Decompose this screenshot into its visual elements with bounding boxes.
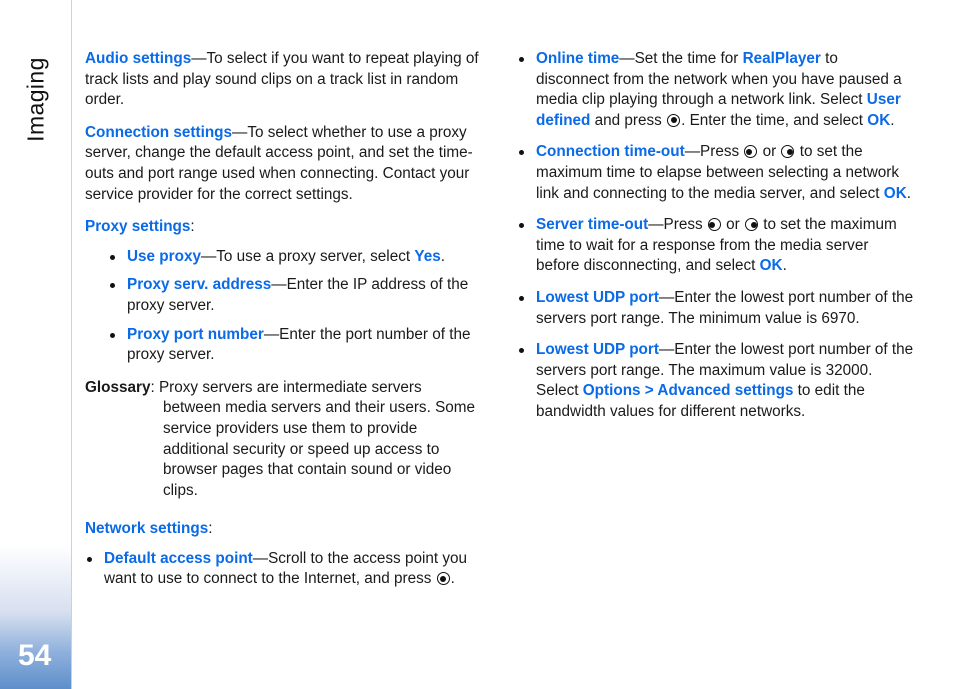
- proxy-settings-list: Use proxy—To use a proxy server, select …: [108, 247, 483, 366]
- bullet-dot-icon: [110, 254, 115, 260]
- paragraph-audio-settings: Audio settings—To select if you want to …: [85, 49, 483, 111]
- list-item-keyword: Use proxy: [127, 247, 201, 265]
- list-item-keyword-ok: OK: [867, 111, 891, 129]
- list-item-keyword-options-advanced: Options > Advanced settings: [582, 382, 794, 400]
- scroll-key-left-icon: [744, 145, 758, 159]
- scroll-key-right-icon: [781, 145, 795, 159]
- list-item-text-5: .: [782, 257, 787, 275]
- list-item-text-5: .: [890, 111, 895, 129]
- page-content: Audio settings—To select if you want to …: [85, 49, 930, 649]
- list-item-text-4: . Enter the time, and select: [681, 111, 868, 129]
- bullet-dot-icon: [110, 332, 115, 338]
- list-item-text: —To use a proxy server, select: [200, 247, 415, 265]
- bullet-dot-icon: [519, 57, 524, 62]
- keyword-proxy-settings: Proxy settings: [85, 218, 191, 236]
- bullet-dot-icon: [519, 348, 524, 354]
- heading-proxy-settings: Proxy settings:: [85, 217, 483, 238]
- list-item-keyword: Lowest UDP port: [536, 341, 659, 359]
- list-item-text-after: .: [440, 247, 445, 265]
- paragraph-connection-settings: Connection settings—To select whether to…: [85, 123, 483, 205]
- list-item-keyword-realplayer: RealPlayer: [742, 50, 821, 67]
- keyword-audio-settings: Audio settings: [85, 50, 192, 67]
- list-item-text-2: or: [758, 143, 781, 161]
- glossary-text: Proxy servers are intermediate servers b…: [158, 378, 476, 499]
- list-item: Use proxy—To use a proxy server, select …: [108, 247, 483, 268]
- list-item-keyword-ok: OK: [759, 257, 783, 275]
- chapter-title: Imaging: [22, 57, 49, 142]
- list-item-keyword: Default access point: [104, 549, 253, 567]
- list-item-text-after: .: [450, 570, 455, 588]
- list-item-keyword: Proxy serv. address: [127, 276, 272, 294]
- bullet-dot-icon: [519, 223, 524, 229]
- network-settings-list: Default access point—Scroll to the acces…: [85, 549, 483, 590]
- list-item: Online time—Set the time for RealPlayer …: [517, 49, 915, 131]
- list-item-keyword-ok: OK: [883, 184, 907, 202]
- list-item: Lowest UDP port—Enter the lowest port nu…: [517, 340, 915, 422]
- keyword-network-settings: Network settings: [85, 520, 209, 538]
- bullet-dot-icon: [87, 556, 92, 562]
- scroll-key-right-icon: [744, 218, 758, 232]
- scroll-key-center-icon: [667, 113, 681, 127]
- list-item-inline-keyword: Yes: [414, 247, 441, 265]
- list-item: Proxy serv. address—Enter the IP address…: [108, 275, 483, 316]
- list-item-text-1: —Press: [648, 216, 707, 234]
- rail-divider: [71, 0, 72, 689]
- list-item-keyword: Connection time-out: [536, 143, 685, 161]
- list-item: Proxy port number—Enter the port number …: [108, 325, 483, 366]
- list-item-text-1: —Press: [684, 143, 744, 161]
- list-item-keyword: Proxy port number: [127, 325, 264, 343]
- list-item: Server time-out—Press or to set the maxi…: [517, 215, 915, 277]
- list-item-text-5: .: [906, 184, 911, 202]
- scroll-key-center-icon: [436, 572, 450, 586]
- heading-proxy-settings-suffix: :: [190, 218, 195, 236]
- list-item-text-3: and press: [590, 111, 667, 129]
- list-item-keyword: Lowest UDP port: [536, 288, 659, 306]
- scroll-key-left-icon: [707, 218, 721, 232]
- right-column: Online time—Set the time for RealPlayer …: [517, 49, 915, 435]
- list-item-text-2: or: [721, 216, 744, 234]
- list-item-text-1: —Set the time for: [619, 50, 743, 67]
- page-number: 54: [18, 639, 52, 672]
- list-item-keyword: Online time: [536, 50, 620, 67]
- glossary-separator: :: [150, 378, 159, 396]
- glossary-label: Glossary: [85, 378, 151, 396]
- realplayer-settings-list: Online time—Set the time for RealPlayer …: [517, 49, 915, 423]
- left-column: Audio settings—To select if you want to …: [85, 49, 483, 602]
- heading-network-settings-suffix: :: [208, 520, 213, 538]
- list-item-keyword: Server time-out: [536, 216, 649, 234]
- bullet-dot-icon: [110, 283, 115, 289]
- keyword-connection-settings: Connection settings: [85, 123, 233, 141]
- bullet-dot-icon: [519, 150, 524, 156]
- heading-network-settings: Network settings:: [85, 519, 483, 540]
- list-item: Lowest UDP port—Enter the lowest port nu…: [517, 288, 915, 329]
- list-item: Connection time-out—Press or to set the …: [517, 142, 915, 204]
- bullet-dot-icon: [519, 295, 524, 301]
- glossary-block: Glossary: Proxy servers are intermediate…: [85, 378, 483, 502]
- list-item: Default access point—Scroll to the acces…: [85, 549, 483, 590]
